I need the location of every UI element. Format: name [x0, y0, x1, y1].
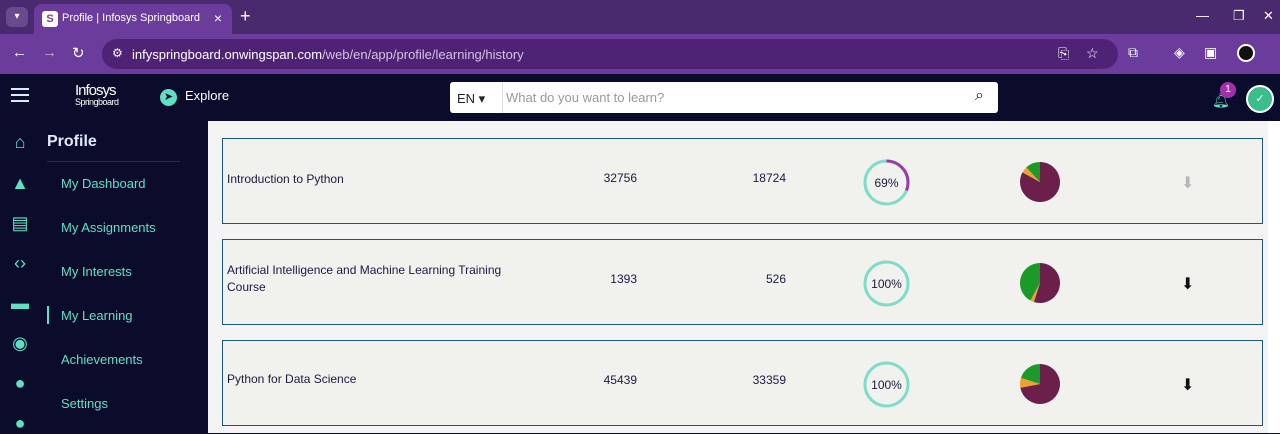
course-card[interactable]: Python for Data Science 45439 33359 100%… — [222, 340, 1263, 426]
left-icon-rail: ⌂ ▲ ▤ ‹› ▬ ◉ ● ● — [0, 121, 40, 433]
code-icon[interactable]: ‹› — [9, 252, 31, 274]
forward-icon[interactable]: → — [42, 44, 57, 61]
extension-icon[interactable]: ◈ — [1174, 44, 1185, 61]
user-avatar[interactable]: ✓ — [1246, 85, 1274, 113]
explore-label: Explore — [185, 88, 230, 103]
sidebar-item-settings[interactable]: Settings — [61, 396, 108, 411]
url-path: /web/en/app/profile/learning/history — [322, 47, 524, 62]
course-pie-chart — [1020, 162, 1060, 202]
badge-card-icon[interactable]: ▤ — [9, 212, 31, 234]
progress-ring: 100% — [863, 260, 910, 307]
sidebar-item-my-learning[interactable]: My Learning — [61, 308, 133, 323]
search-input[interactable] — [506, 87, 946, 108]
springboard-logo[interactable]: Infosys Springboard — [75, 83, 119, 107]
notification-badge: 1 — [1220, 82, 1236, 98]
bookmark-star-icon[interactable]: ☆ — [1086, 45, 1099, 62]
profile-sidebar: Profile My Dashboard My Assignments My I… — [40, 121, 208, 433]
course-name: Python for Data Science — [227, 372, 357, 386]
home-icon[interactable]: ⌂ — [9, 131, 31, 153]
download-icon[interactable]: ⬇ — [1181, 274, 1194, 294]
menu-icon[interactable] — [11, 88, 29, 106]
sidebar-item-achievements[interactable]: Achievements — [61, 352, 143, 367]
address-bar: ← → ↻ ⚙ infyspringboard.onwingspan.com/w… — [0, 34, 1280, 74]
sidebar-item-my-dashboard[interactable]: My Dashboard — [61, 176, 146, 191]
tab-search-button[interactable]: ▾ — [6, 7, 28, 27]
maximize-icon[interactable]: ❐ — [1233, 8, 1245, 24]
close-tab-icon[interactable]: × — [214, 10, 222, 26]
course-pie-chart — [1020, 364, 1060, 404]
search-icon[interactable]: ⌕ — [975, 87, 984, 105]
course-value-2: 18724 — [752, 171, 786, 185]
compass-icon: ➤ — [160, 89, 177, 106]
panel-right-gutter — [1268, 121, 1280, 433]
download-icon[interactable]: ⬇ — [1181, 173, 1194, 193]
profile-icon[interactable]: ● — [9, 412, 31, 434]
url-field[interactable]: ⚙ infyspringboard.onwingspan.com/web/en/… — [102, 39, 1118, 69]
progress-ring: 69% — [863, 159, 910, 206]
extensions-icon[interactable]: ⧉ — [1128, 44, 1138, 61]
active-indicator — [47, 306, 49, 324]
minimize-icon[interactable]: — — [1196, 8, 1209, 23]
browser-profile-icon[interactable] — [1237, 44, 1255, 62]
course-name: Introduction to Python — [227, 172, 344, 186]
progress-label: 69% — [874, 176, 898, 190]
progress-label: 100% — [871, 277, 902, 291]
target-icon[interactable]: ◉ — [9, 332, 31, 354]
back-icon[interactable]: ← — [12, 44, 27, 61]
download-icon[interactable]: ⬇ — [1181, 375, 1194, 395]
navigation-icon[interactable]: ▲ — [9, 172, 31, 194]
course-value-1: 32756 — [603, 171, 637, 185]
tab-title: Profile | Infosys Springboard — [62, 12, 200, 24]
url-host: infyspringboard.onwingspan.com — [132, 47, 323, 62]
community-icon[interactable]: ● — [9, 372, 31, 394]
close-window-icon[interactable]: ✕ — [1263, 8, 1274, 24]
browser-tab-bar: ▾ S Profile | Infosys Springboard × + — … — [0, 0, 1280, 34]
sidebar-title: Profile — [47, 133, 97, 150]
language-select[interactable]: EN ▾ — [450, 82, 503, 113]
new-tab-button[interactable]: + — [240, 6, 251, 27]
site-info-icon[interactable]: ⚙ — [112, 46, 123, 60]
chat-icon[interactable]: ▬ — [9, 292, 31, 314]
learning-history-panel: Introduction to Python 32756 18724 69% ⬇… — [208, 121, 1280, 433]
course-card[interactable]: Artificial Intelligence and Machine Lear… — [222, 239, 1263, 325]
sidebar-item-my-interests[interactable]: My Interests — [61, 264, 132, 279]
course-value-2: 33359 — [752, 373, 786, 387]
course-value-2: 526 — [765, 272, 786, 286]
sidebar-item-my-assignments[interactable]: My Assignments — [61, 220, 156, 235]
progress-ring: 100% — [863, 361, 910, 408]
course-pie-chart — [1020, 263, 1060, 303]
browser-tab[interactable]: S Profile | Infosys Springboard × — [34, 4, 232, 34]
sidebar-divider — [47, 161, 180, 162]
explore-button[interactable]: ➤ Explore — [160, 88, 229, 106]
install-app-icon[interactable]: ⎘ — [1058, 45, 1069, 62]
course-name: Artificial Intelligence and Machine Lear… — [227, 263, 502, 294]
search-bar: EN ▾ ⌕ — [450, 82, 998, 113]
course-card[interactable]: Introduction to Python 32756 18724 69% ⬇ — [222, 138, 1263, 224]
course-value-1: 1393 — [610, 272, 637, 286]
app-header: Infosys Springboard ➤Explore EN ▾ ⌕ 🔔︎ 1… — [0, 74, 1280, 121]
progress-label: 100% — [871, 378, 902, 392]
reload-icon[interactable]: ↻ — [72, 44, 85, 62]
course-value-1: 45439 — [603, 373, 637, 387]
site-favicon-icon: S — [42, 11, 58, 27]
side-panel-icon[interactable]: ▣ — [1204, 44, 1217, 61]
